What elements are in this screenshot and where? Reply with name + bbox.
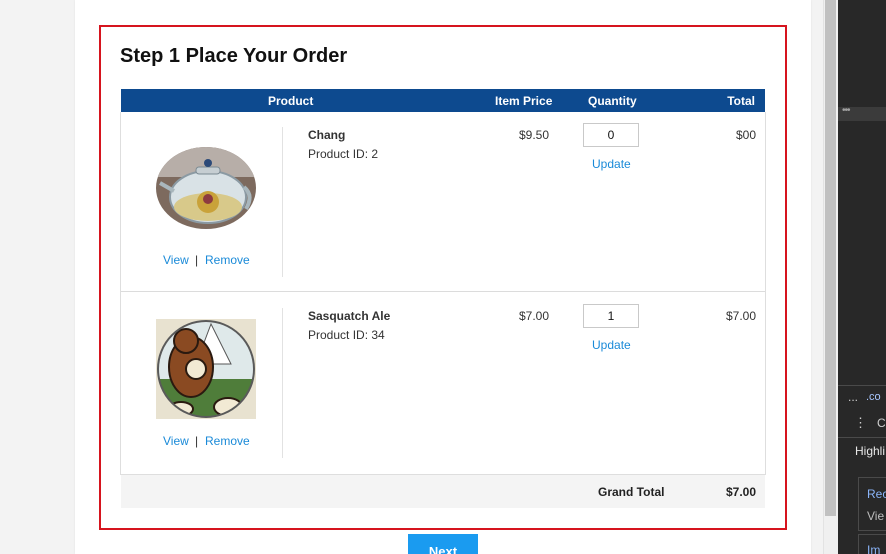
sasquatch-image xyxy=(156,319,256,419)
column-header-item-price: Item Price xyxy=(495,94,553,108)
devtools-more-icon[interactable]: ••• xyxy=(842,105,850,116)
grand-total-label: Grand Total xyxy=(598,485,665,499)
product-name: Sasquatch Ale xyxy=(308,309,391,323)
item-price: $7.00 xyxy=(518,309,549,323)
link-separator: | xyxy=(195,253,199,267)
devtools-divider-2 xyxy=(838,437,886,438)
product-id: Product ID: 34 xyxy=(308,328,385,342)
next-button[interactable]: Next xyxy=(408,534,478,554)
page-title: Step 1 Place Your Order xyxy=(120,45,348,67)
grand-total-row: Grand Total $7.00 xyxy=(121,475,765,508)
teapot-image xyxy=(156,147,256,229)
product-name: Chang xyxy=(308,128,346,142)
product-id: Product ID: 2 xyxy=(308,147,379,161)
quantity-input[interactable] xyxy=(583,123,639,147)
column-header-total: Total xyxy=(727,94,755,108)
remove-link[interactable]: Remove xyxy=(205,253,250,267)
column-header-product: Product xyxy=(268,94,314,108)
devtools-kebab-icon[interactable]: ⋮ xyxy=(854,415,867,431)
devtools-highlight-label: Highli xyxy=(855,444,886,458)
devtools-issue-link[interactable]: Rec xyxy=(867,487,886,501)
devtools-tab-fragment[interactable]: C xyxy=(877,416,886,430)
devtools-divider[interactable] xyxy=(838,385,886,386)
table-row: View | Remove Sasquatch Ale Product ID: … xyxy=(121,293,765,473)
scrollbar-thumb[interactable] xyxy=(825,0,836,516)
item-price: $9.50 xyxy=(518,128,549,142)
remove-link[interactable]: Remove xyxy=(205,434,250,448)
devtools-issue-text: Vie xyxy=(867,509,885,523)
quantity-input[interactable] xyxy=(583,304,639,328)
devtools-panel: ••• ... .co ⋮ C Highli Rec Vie Im xyxy=(838,0,886,554)
devtools-breadcrumb-domain[interactable]: .co xyxy=(866,391,881,403)
view-link[interactable]: View xyxy=(163,253,189,267)
link-separator: | xyxy=(195,434,199,448)
line-total: $00 xyxy=(735,128,756,142)
column-divider xyxy=(282,127,283,277)
grand-total-value: $7.00 xyxy=(725,485,756,499)
order-table-header: Product Item Price Quantity Total xyxy=(121,89,765,112)
breadcrumb-ellipsis[interactable]: ... xyxy=(848,390,858,404)
update-link[interactable]: Update xyxy=(592,338,631,352)
column-header-quantity: Quantity xyxy=(588,94,637,108)
view-link[interactable]: View xyxy=(163,434,189,448)
table-row: View | Remove Chang Product ID: 2 $9.50 … xyxy=(121,112,765,292)
column-divider xyxy=(282,308,283,458)
devtools-issue-link-2[interactable]: Im xyxy=(867,543,880,554)
line-total: $7.00 xyxy=(725,309,756,323)
order-table-body: View | Remove Chang Product ID: 2 $9.50 … xyxy=(120,112,766,475)
update-link[interactable]: Update xyxy=(592,157,631,171)
